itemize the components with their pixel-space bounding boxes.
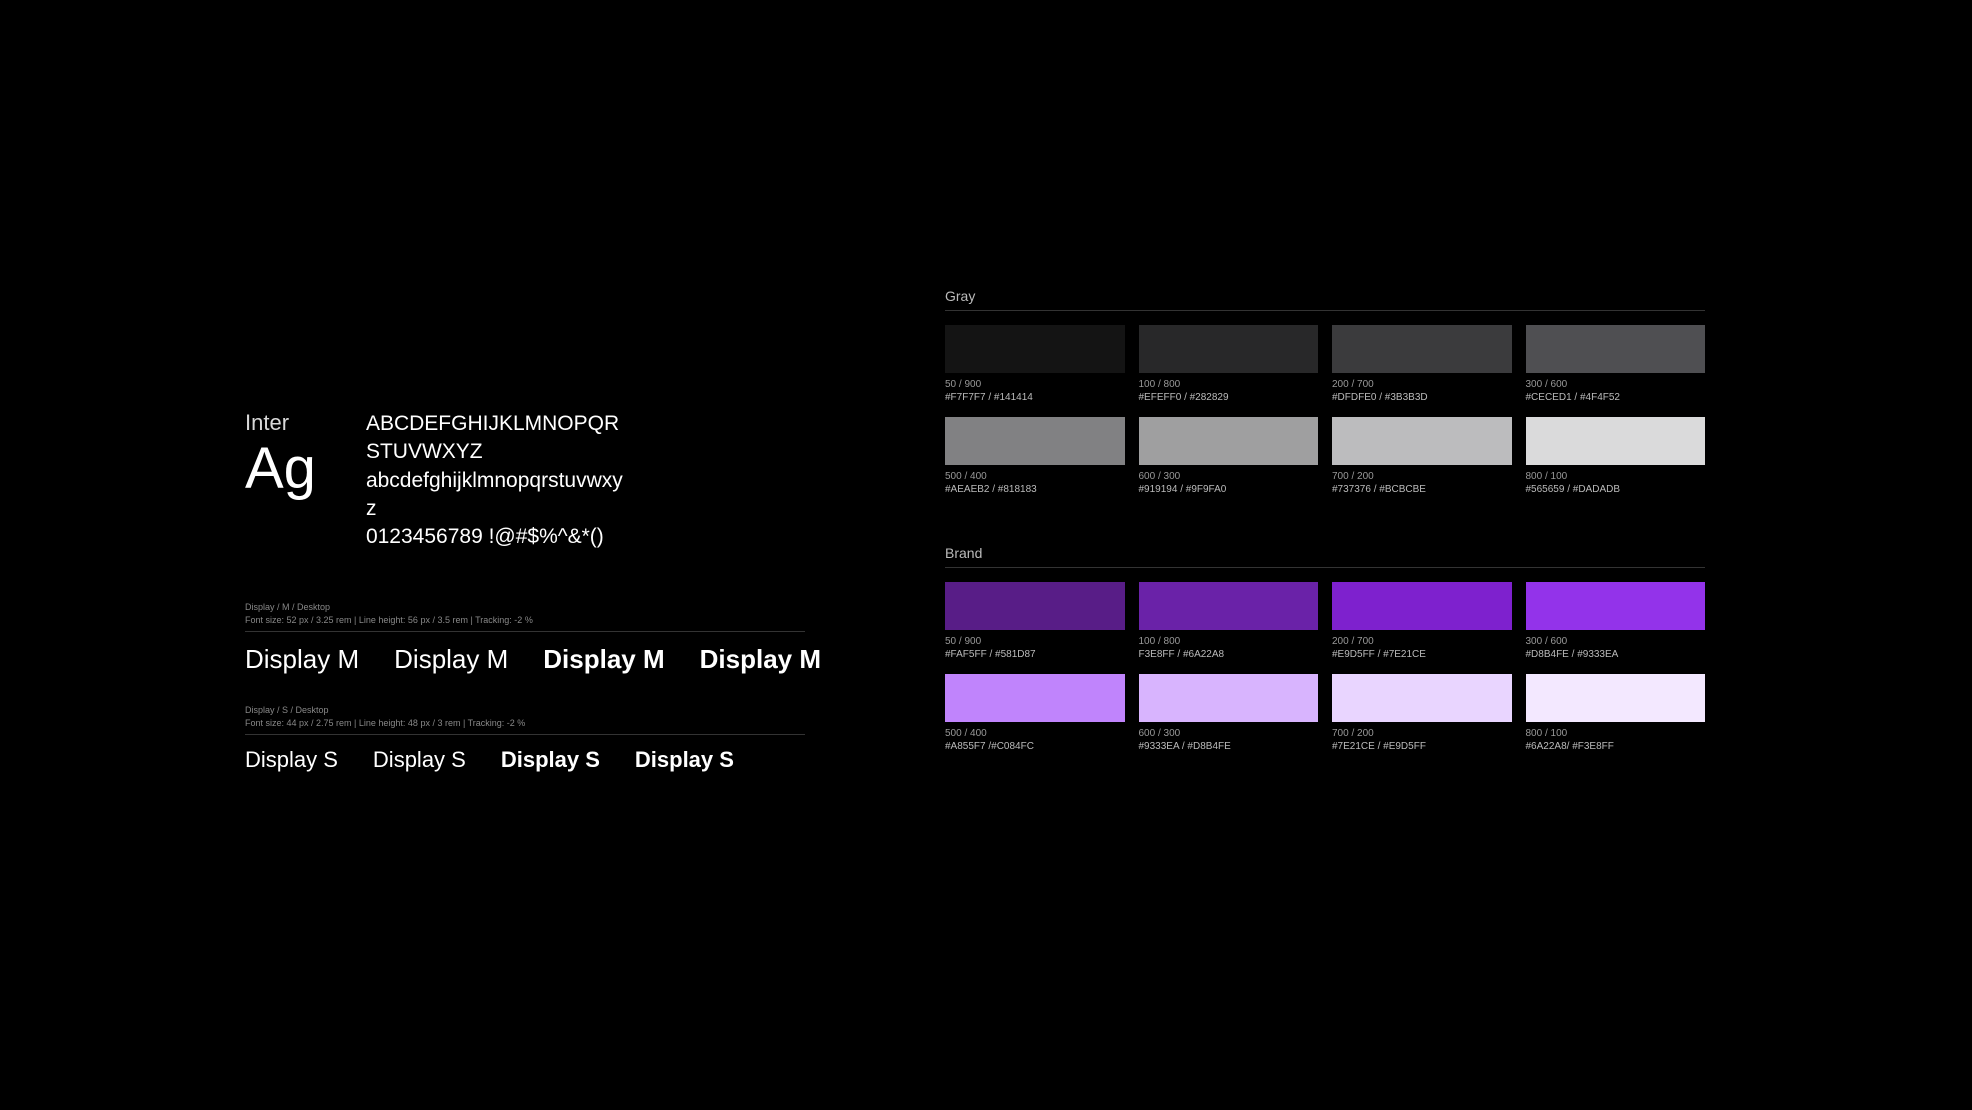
swatch-item: 50 / 900 #F7F7F7 / #141414 <box>945 325 1125 403</box>
palette-title: Brand <box>945 545 1705 568</box>
swatch-hex: #EFEFF0 / #282829 <box>1139 392 1319 403</box>
swatch-color <box>1332 674 1512 722</box>
swatch-color <box>945 582 1125 630</box>
swatch-color <box>1139 674 1319 722</box>
color-palette-panel: Gray 50 / 900 #F7F7F7 / #141414 100 / 800 #E… <box>945 288 1705 802</box>
display-m-breadcrumb: Display / M / Desktop <box>245 602 805 612</box>
swatch-hex: #AEAEB2 / #818183 <box>945 484 1125 495</box>
swatch-hex: F3E8FF / #6A22A8 <box>1139 649 1319 660</box>
swatch-label: 50 / 900 <box>945 379 1125 390</box>
swatch-color <box>1526 674 1706 722</box>
swatch-item: 500 / 400 #AEAEB2 / #818183 <box>945 417 1125 495</box>
swatch-label: 100 / 800 <box>1139 379 1319 390</box>
palette-section-gray: Gray 50 / 900 #F7F7F7 / #141414 100 / 800 #E… <box>945 288 1705 495</box>
swatch-color <box>1139 325 1319 373</box>
swatch-label: 300 / 600 <box>1526 379 1706 390</box>
swatch-label: 800 / 100 <box>1526 471 1706 482</box>
swatch-hex: #919194 / #9F9FA0 <box>1139 484 1319 495</box>
swatch-label: 100 / 800 <box>1139 636 1319 647</box>
display-m-weights: Display M Display M Display M Display M <box>245 644 805 675</box>
display-s-weights: Display S Display S Display S Display S <box>245 747 805 773</box>
display-m-section: Display / M / Desktop Font size: 52 px /… <box>245 602 805 675</box>
swatch-hex: #DFDFE0 / #3B3B3D <box>1332 392 1512 403</box>
swatch-label: 800 / 100 <box>1526 728 1706 739</box>
display-m-bold: Display M <box>700 644 821 675</box>
swatch-label: 200 / 700 <box>1332 379 1512 390</box>
swatch-item: 800 / 100 #565659 / #DADADB <box>1526 417 1706 495</box>
display-s-semibold: Display S <box>501 747 600 773</box>
swatch-item: 600 / 300 #9333EA / #D8B4FE <box>1139 674 1319 752</box>
swatch-color <box>1332 417 1512 465</box>
display-m-regular: Display M <box>245 644 359 675</box>
swatch-label: 300 / 600 <box>1526 636 1706 647</box>
swatch-hex: #D8B4FE / #9333EA <box>1526 649 1706 660</box>
swatch-grid: 50 / 900 #F7F7F7 / #141414 100 / 800 #EFEFF… <box>945 325 1705 495</box>
display-s-meta: Font size: 44 px / 2.75 rem | Line heigh… <box>245 718 805 735</box>
charset-numbers-symbols: 0123456789 !@#$%^&*() <box>366 523 626 551</box>
swatch-label: 500 / 400 <box>945 728 1125 739</box>
display-s-medium: Display S <box>373 747 466 773</box>
swatch-hex: #CECED1 / #4F4F52 <box>1526 392 1706 403</box>
swatch-color <box>1139 582 1319 630</box>
display-s-breadcrumb: Display / S / Desktop <box>245 705 805 715</box>
display-m-medium: Display M <box>394 644 508 675</box>
font-sample: Ag <box>245 440 316 498</box>
display-s-bold: Display S <box>635 747 734 773</box>
display-m-meta: Font size: 52 px / 3.25 rem | Line heigh… <box>245 615 805 632</box>
swatch-hex: #FAF5FF / #581D87 <box>945 649 1125 660</box>
swatch-item: 700 / 200 #737376 / #BCBCBE <box>1332 417 1512 495</box>
swatch-label: 700 / 200 <box>1332 471 1512 482</box>
font-name-column: Inter Ag <box>245 410 316 552</box>
swatch-label: 600 / 300 <box>1139 471 1319 482</box>
swatch-label: 50 / 900 <box>945 636 1125 647</box>
swatch-label: 500 / 400 <box>945 471 1125 482</box>
swatch-item: 100 / 800 #EFEFF0 / #282829 <box>1139 325 1319 403</box>
swatch-item: 700 / 200 #7E21CE / #E9D5FF <box>1332 674 1512 752</box>
swatch-color <box>1332 582 1512 630</box>
charset-uppercase: ABCDEFGHIJKLMNOPQRSTUVWXYZ <box>366 410 626 467</box>
swatch-item: 200 / 700 #DFDFE0 / #3B3B3D <box>1332 325 1512 403</box>
swatch-item: 200 / 700 #E9D5FF / #7E21CE <box>1332 582 1512 660</box>
swatch-hex: #F7F7F7 / #141414 <box>945 392 1125 403</box>
display-s-regular: Display S <box>245 747 338 773</box>
swatch-item: 300 / 600 #D8B4FE / #9333EA <box>1526 582 1706 660</box>
swatch-color <box>1526 582 1706 630</box>
swatch-color <box>945 674 1125 722</box>
charset-lowercase: abcdefghijklmnopqrstuvwxyz <box>366 467 626 524</box>
display-m-semibold: Display M <box>543 644 664 675</box>
swatch-color <box>1332 325 1512 373</box>
swatch-label: 600 / 300 <box>1139 728 1319 739</box>
palette-title: Gray <box>945 288 1705 311</box>
swatch-hex: #9333EA / #D8B4FE <box>1139 741 1319 752</box>
font-header: Inter Ag ABCDEFGHIJKLMNOPQRSTUVWXYZ abcd… <box>245 410 805 552</box>
swatch-item: 800 / 100 #6A22A8/ #F3E8FF <box>1526 674 1706 752</box>
swatch-item: 600 / 300 #919194 / #9F9FA0 <box>1139 417 1319 495</box>
swatch-color <box>945 417 1125 465</box>
swatch-hex: #565659 / #DADADB <box>1526 484 1706 495</box>
swatch-grid: 50 / 900 #FAF5FF / #581D87 100 / 800 F3E8FF… <box>945 582 1705 752</box>
swatch-hex: #A855F7 /#C084FC <box>945 741 1125 752</box>
swatch-color <box>1526 325 1706 373</box>
swatch-hex: #7E21CE / #E9D5FF <box>1332 741 1512 752</box>
swatch-item: 500 / 400 #A855F7 /#C084FC <box>945 674 1125 752</box>
charset-column: ABCDEFGHIJKLMNOPQRSTUVWXYZ abcdefghijklm… <box>366 410 626 552</box>
font-name: Inter <box>245 410 316 436</box>
swatch-hex: #6A22A8/ #F3E8FF <box>1526 741 1706 752</box>
palette-section-brand: Brand 50 / 900 #FAF5FF / #581D87 100 / 800 F… <box>945 545 1705 752</box>
swatch-label: 700 / 200 <box>1332 728 1512 739</box>
swatch-hex: #737376 / #BCBCBE <box>1332 484 1512 495</box>
typography-panel: Inter Ag ABCDEFGHIJKLMNOPQRSTUVWXYZ abcd… <box>245 410 805 803</box>
swatch-hex: #E9D5FF / #7E21CE <box>1332 649 1512 660</box>
swatch-color <box>1526 417 1706 465</box>
swatch-item: 50 / 900 #FAF5FF / #581D87 <box>945 582 1125 660</box>
swatch-item: 100 / 800 F3E8FF / #6A22A8 <box>1139 582 1319 660</box>
swatch-label: 200 / 700 <box>1332 636 1512 647</box>
swatch-color <box>945 325 1125 373</box>
display-s-section: Display / S / Desktop Font size: 44 px /… <box>245 705 805 773</box>
swatch-item: 300 / 600 #CECED1 / #4F4F52 <box>1526 325 1706 403</box>
swatch-color <box>1139 417 1319 465</box>
